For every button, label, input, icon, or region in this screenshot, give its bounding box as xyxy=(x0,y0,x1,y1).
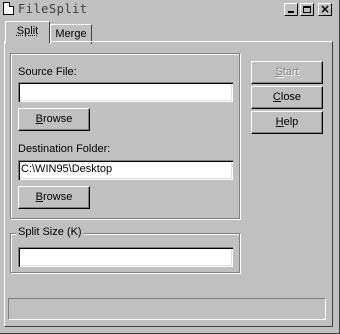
tab-split-label: Split xyxy=(16,25,39,37)
close-accel: C xyxy=(272,91,281,103)
help-label: elp xyxy=(283,116,299,128)
source-file-label: Source File: xyxy=(18,66,77,78)
tab-merge-label: Merge xyxy=(55,28,87,40)
close-window-button[interactable]: × xyxy=(318,2,332,16)
source-file-input[interactable] xyxy=(18,82,233,102)
source-browse-accel: B xyxy=(35,113,43,125)
maximize-button[interactable] xyxy=(300,3,314,16)
destination-browse-button[interactable]: Browse xyxy=(18,186,90,209)
filesplit-window: FileSplit × Split Merge Source File: Bro… xyxy=(0,0,340,334)
destination-browse-label: rowse xyxy=(43,191,73,203)
split-size-input[interactable] xyxy=(18,247,233,267)
maximize-icon xyxy=(303,6,311,13)
document-icon xyxy=(3,2,14,15)
minimize-icon xyxy=(288,11,294,13)
source-browse-label: rowse xyxy=(43,113,73,125)
close-icon: × xyxy=(320,2,331,16)
status-bar xyxy=(8,298,326,320)
start-button[interactable]: Start xyxy=(251,61,323,84)
destination-folder-label: Destination Folder: xyxy=(18,143,111,155)
close-label: lose xyxy=(280,91,302,103)
tab-split[interactable]: Split xyxy=(5,21,50,43)
minimize-button[interactable] xyxy=(284,3,298,16)
close-button[interactable]: Close xyxy=(251,86,323,109)
title-bar[interactable]: FileSplit × xyxy=(0,0,339,18)
window-title: FileSplit xyxy=(18,2,88,16)
destination-browse-accel: B xyxy=(35,191,43,203)
start-label: tart xyxy=(282,66,299,78)
destination-folder-input[interactable]: C:\WIN95\Desktop xyxy=(18,160,233,180)
help-button[interactable]: Help xyxy=(251,111,323,134)
start-accel: S xyxy=(275,66,283,78)
help-accel: H xyxy=(275,116,284,128)
source-browse-button[interactable]: Browse xyxy=(18,108,90,131)
split-size-label: Split Size (K) xyxy=(16,226,84,238)
